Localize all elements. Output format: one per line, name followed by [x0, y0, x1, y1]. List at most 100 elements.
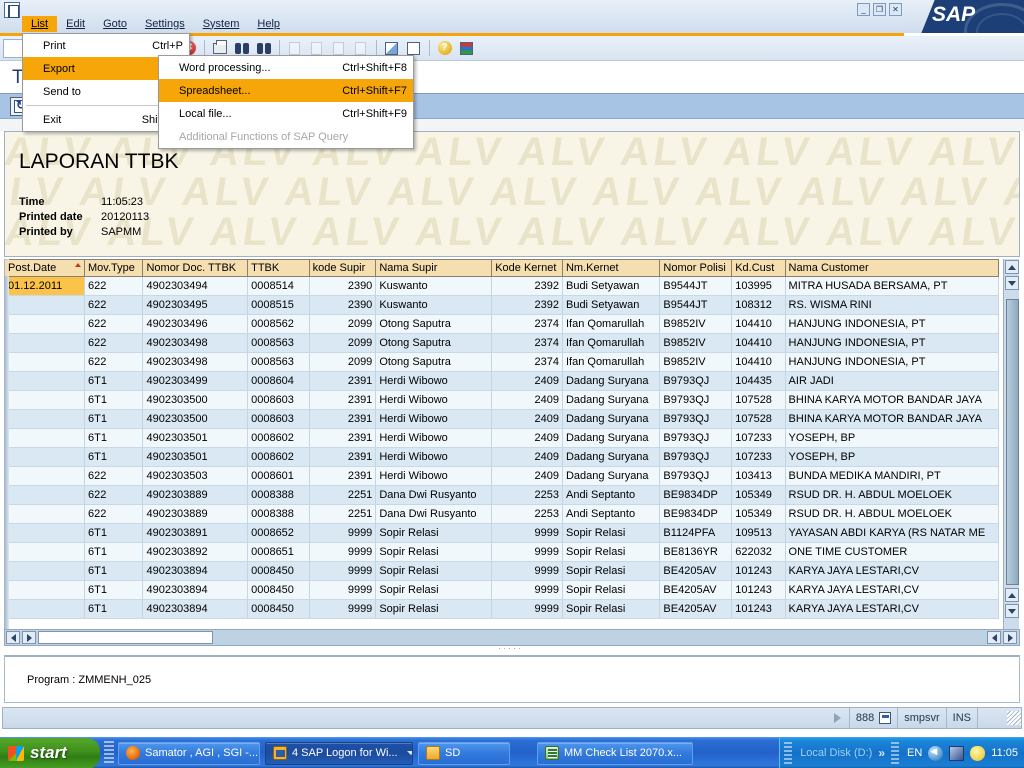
table-cell[interactable]: 0008604: [247, 371, 310, 391]
table-cell[interactable]: 4902303501: [142, 428, 249, 448]
table-cell[interactable]: AIR JADI: [785, 371, 1000, 391]
taskbar-item-browser[interactable]: Samator , AGI , SGI -...: [118, 741, 260, 765]
table-cell[interactable]: 4902303892: [142, 542, 249, 562]
status-insert-mode[interactable]: INS: [945, 708, 977, 728]
table-cell[interactable]: 6T1: [84, 390, 144, 410]
menu-edit[interactable]: Edit: [57, 16, 94, 32]
table-cell[interactable]: Sopir Relasi: [375, 561, 493, 581]
table-cell[interactable]: 4902303494: [142, 276, 249, 296]
table-cell[interactable]: 2391: [309, 409, 377, 429]
table-cell[interactable]: BE4205AV: [659, 580, 733, 600]
table-row[interactable]: 6T1 4902303499 0008604 2391 Herdi Wibowo 2409…: [4, 371, 1000, 391]
table-row[interactable]: 6T1 4902303891 0008652 9999 Sopir Relasi 9999…: [4, 523, 1000, 543]
column-header-nama-customer[interactable]: Nama Customer: [784, 259, 1000, 277]
table-row[interactable]: 01.12.2011 622 4902303494 0008514 2390 Kuswan…: [4, 276, 1000, 296]
table-cell[interactable]: 9999: [491, 561, 563, 581]
table-cell[interactable]: 9999: [309, 580, 377, 600]
table-row[interactable]: 6T1 4902303500 0008603 2391 Herdi Wibowo 2409…: [4, 409, 1000, 429]
table-cell[interactable]: [4, 504, 85, 524]
table-row[interactable]: 622 4902303498 0008563 2099 Otong Saputra 237…: [4, 333, 1000, 353]
column-header-kode-kernet[interactable]: Kode Kernet: [491, 259, 563, 277]
table-row[interactable]: 6T1 4902303894 0008450 9999 Sopir Relasi 9999…: [4, 561, 1000, 581]
tray-grip[interactable]: [784, 742, 793, 764]
column-header-post-date[interactable]: Post.Date: [4, 259, 85, 277]
column-header-nm-kernet[interactable]: Nm.Kernet: [561, 259, 661, 277]
table-cell[interactable]: 622032: [731, 542, 786, 562]
table-cell[interactable]: B1124PFA: [659, 523, 733, 543]
table-cell[interactable]: 622: [84, 276, 144, 296]
table-cell[interactable]: 2099: [309, 333, 377, 353]
table-cell[interactable]: 6T1: [84, 447, 144, 467]
table-cell[interactable]: Sopir Relasi: [562, 542, 661, 562]
table-cell[interactable]: 101243: [731, 580, 786, 600]
table-cell[interactable]: BE4205AV: [659, 561, 733, 581]
table-row[interactable]: 6T1 4902303500 0008603 2391 Herdi Wibowo 2409…: [4, 390, 1000, 410]
table-cell[interactable]: 0008450: [247, 561, 310, 581]
table-cell[interactable]: Sopir Relasi: [375, 580, 493, 600]
table-cell[interactable]: 2409: [491, 409, 563, 429]
menu-item-print[interactable]: Print Ctrl+P: [23, 34, 189, 57]
table-cell[interactable]: 2391: [309, 390, 377, 410]
taskbar-item-excel[interactable]: MM Check List 2070.x...: [537, 741, 693, 765]
table-cell[interactable]: Ifan Qomarullah: [562, 333, 661, 353]
scroll-left-button[interactable]: [6, 631, 20, 644]
menu-item-word-processing[interactable]: Word processing... Ctrl+Shift+F8: [159, 56, 413, 79]
table-row[interactable]: 6T1 4902303894 0008450 9999 Sopir Relasi 9999…: [4, 580, 1000, 600]
shield-icon[interactable]: [970, 745, 986, 761]
table-cell[interactable]: 2391: [309, 447, 377, 467]
table-cell[interactable]: Sopir Relasi: [375, 523, 493, 543]
column-header-nomor-polisi[interactable]: Nomor Polisi: [659, 259, 733, 277]
language-indicator[interactable]: EN: [907, 747, 922, 759]
table-cell[interactable]: [4, 523, 85, 543]
table-cell[interactable]: RS. WISMA RINI: [785, 295, 1000, 315]
table-cell[interactable]: 2251: [309, 485, 377, 505]
chevron-down-icon[interactable]: [406, 751, 412, 755]
table-cell[interactable]: 9999: [491, 542, 563, 562]
session-icon[interactable]: [879, 712, 892, 724]
table-cell[interactable]: 01.12.2011: [4, 276, 85, 296]
table-cell[interactable]: 4902303894: [142, 580, 249, 600]
table-cell[interactable]: YOSEPH, BP: [785, 447, 1000, 467]
table-cell[interactable]: 2409: [491, 428, 563, 448]
status-system[interactable]: smpsvr: [897, 708, 945, 728]
table-cell[interactable]: Dadang Suryana: [562, 409, 661, 429]
table-cell[interactable]: 4902303496: [142, 314, 249, 334]
table-cell[interactable]: 2099: [309, 314, 377, 334]
scroll-page-up-button[interactable]: [1005, 588, 1019, 602]
taskbar-clock[interactable]: 11:05: [991, 747, 1018, 759]
table-cell[interactable]: [4, 333, 85, 353]
table-cell[interactable]: 0008563: [247, 352, 310, 372]
table-cell[interactable]: 6T1: [84, 409, 144, 429]
table-cell[interactable]: 6T1: [84, 428, 144, 448]
table-cell[interactable]: 103413: [731, 466, 786, 486]
table-cell[interactable]: 2374: [491, 333, 563, 353]
table-cell[interactable]: B9793QJ: [659, 428, 733, 448]
table-cell[interactable]: 9999: [309, 599, 377, 619]
table-cell[interactable]: 4902303889: [142, 504, 249, 524]
table-cell[interactable]: YOSEPH, BP: [785, 428, 1000, 448]
table-cell[interactable]: Dadang Suryana: [562, 466, 661, 486]
table-row[interactable]: 622 4902303495 0008515 2390 Kuswanto 2392 Budi…: [4, 295, 1000, 315]
table-row[interactable]: 622 4902303498 0008563 2099 Otong Saputra 237…: [4, 352, 1000, 372]
table-cell[interactable]: 2253: [491, 485, 563, 505]
table-cell[interactable]: [4, 295, 85, 315]
table-cell[interactable]: 6T1: [84, 580, 144, 600]
menu-list[interactable]: List: [22, 15, 58, 32]
restore-button[interactable]: ❐: [873, 3, 886, 16]
table-cell[interactable]: Andi Septanto: [562, 485, 661, 505]
table-cell[interactable]: [4, 409, 85, 429]
table-cell[interactable]: 622: [84, 333, 144, 353]
table-cell[interactable]: 2392: [491, 276, 563, 296]
table-cell[interactable]: 2374: [491, 352, 563, 372]
taskbar-item-sd-folder[interactable]: SD: [418, 741, 510, 765]
table-cell[interactable]: Dadang Suryana: [562, 447, 661, 467]
table-cell[interactable]: [4, 352, 85, 372]
table-cell[interactable]: 4902303894: [142, 599, 249, 619]
table-cell[interactable]: 0008450: [247, 580, 310, 600]
table-cell[interactable]: 9999: [309, 542, 377, 562]
table-row[interactable]: 6T1 4902303894 0008450 9999 Sopir Relasi 9999…: [4, 599, 1000, 619]
table-cell[interactable]: [4, 580, 85, 600]
menu-item-local-file[interactable]: Local file... Ctrl+Shift+F9: [159, 102, 413, 125]
table-cell[interactable]: 104410: [731, 314, 786, 334]
table-cell[interactable]: 0008601: [247, 466, 310, 486]
